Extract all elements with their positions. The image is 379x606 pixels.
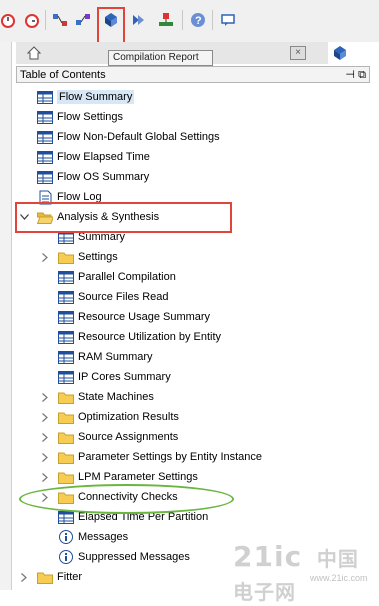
folder-icon	[58, 250, 74, 264]
folder-icon	[58, 430, 74, 444]
highlight-box	[97, 7, 125, 45]
tree-item[interactable]: Flow Summary	[37, 87, 135, 107]
tree-item[interactable]: Flow Non-Default Global Settings	[37, 127, 220, 147]
tree-item-label: Parameter Settings by Entity Instance	[78, 451, 263, 463]
programmer-icon[interactable]	[128, 10, 148, 30]
folder-icon	[58, 390, 74, 404]
tree-item-label: Resource Utilization by Entity	[78, 331, 222, 343]
table-icon	[37, 130, 53, 144]
table-icon	[37, 170, 53, 184]
svg-text:?: ?	[195, 15, 202, 27]
watermark-url: www.21ic.com	[310, 573, 368, 583]
tree-item[interactable]: Suppressed Messages	[58, 547, 190, 567]
table-icon	[58, 350, 74, 364]
table-icon	[37, 150, 53, 164]
comment-icon[interactable]	[218, 10, 238, 30]
panel-header: Table of Contents ⊣ ⧉	[16, 66, 370, 83]
tree-item-label: State Machines	[78, 391, 154, 403]
tree-item-label: Parallel Compilation	[78, 271, 176, 283]
chevron-right-icon[interactable]	[19, 567, 29, 587]
stopwatch-icon[interactable]	[0, 10, 18, 30]
table-icon	[37, 110, 53, 124]
tree-item-label: Optimization Results	[78, 411, 179, 423]
restore-icon[interactable]: ⧉	[358, 67, 366, 84]
watermark-text: 21ic	[233, 540, 303, 573]
tree-item[interactable]: Source Assignments	[58, 427, 178, 447]
chevron-right-icon[interactable]	[40, 247, 50, 267]
highlight-box	[15, 202, 232, 233]
chevron-right-icon[interactable]	[40, 407, 50, 427]
timer-icon[interactable]	[22, 10, 42, 30]
tree-item[interactable]: Source Files Read	[58, 287, 169, 307]
table-icon	[58, 270, 74, 284]
tree-item-label: Fitter	[57, 571, 83, 583]
tree-item-label: RAM Summary	[78, 351, 153, 363]
tree-item[interactable]: Resource Usage Summary	[58, 307, 210, 327]
netlist-icon[interactable]	[50, 10, 70, 30]
chevron-right-icon[interactable]	[40, 427, 50, 447]
signal-tap-icon[interactable]	[156, 10, 176, 30]
tree-item[interactable]: State Machines	[58, 387, 154, 407]
tree-item-label: Source Assignments	[78, 431, 179, 443]
tree-item[interactable]: Flow Settings	[37, 107, 123, 127]
table-icon	[58, 510, 74, 524]
tree-item[interactable]: Fitter	[37, 567, 82, 587]
folder-icon	[58, 410, 74, 424]
pin-icon[interactable]: ⊣	[345, 67, 355, 84]
tree-item[interactable]: IP Cores Summary	[58, 367, 171, 387]
folder-icon	[37, 570, 53, 584]
tree-item-label: LPM Parameter Settings	[78, 471, 198, 483]
close-icon[interactable]: ×	[290, 46, 306, 60]
tree-item[interactable]: Flow Elapsed Time	[37, 147, 150, 167]
table-icon	[58, 310, 74, 324]
tree-item[interactable]: Parallel Compilation	[58, 267, 176, 287]
panel-title: Table of Contents	[20, 69, 106, 81]
tree-item-label: Flow Settings	[57, 111, 124, 123]
chevron-right-icon[interactable]	[40, 387, 50, 407]
tree-item[interactable]: Settings	[58, 247, 118, 267]
table-icon	[37, 90, 53, 104]
tooltip: Compilation Report	[108, 50, 213, 66]
tree-item-label: Resource Usage Summary	[78, 311, 211, 323]
toolbar: ?	[0, 0, 379, 42]
info-icon	[58, 550, 74, 564]
report-tree: Flow Summary Flow Settings Flow Non-Defaul…	[16, 84, 370, 590]
tree-item-label: Suppressed Messages	[78, 551, 190, 563]
chevron-right-icon[interactable]	[40, 467, 50, 487]
tree-item[interactable]: RAM Summary	[58, 347, 153, 367]
tab-compilation-report[interactable]	[328, 42, 379, 64]
rtl-viewer-icon[interactable]	[73, 10, 93, 30]
folder-icon	[58, 470, 74, 484]
help-icon[interactable]: ?	[188, 10, 208, 30]
tree-item-label: Flow Elapsed Time	[57, 151, 150, 163]
tree-item-label: Flow Summary	[57, 90, 135, 104]
tree-item-label: Flow OS Summary	[57, 171, 150, 183]
tree-item[interactable]: Flow OS Summary	[37, 167, 149, 187]
left-panel-edge	[0, 42, 12, 590]
home-icon[interactable]	[26, 45, 42, 64]
annotation-ellipse	[19, 484, 234, 514]
tree-item-label: IP Cores Summary	[78, 371, 171, 383]
compilation-report-icon	[334, 46, 346, 60]
tree-item-label: Source Files Read	[78, 291, 169, 303]
tree-item[interactable]: Parameter Settings by Entity Instance	[58, 447, 262, 467]
tree-item[interactable]: Optimization Results	[58, 407, 179, 427]
info-icon	[58, 530, 74, 544]
tree-item[interactable]: Resource Utilization by Entity	[58, 327, 221, 347]
folder-icon	[58, 450, 74, 464]
table-icon	[58, 370, 74, 384]
tree-item-label: Messages	[78, 531, 129, 543]
tree-item[interactable]: Messages	[58, 527, 128, 547]
table-icon	[58, 290, 74, 304]
table-icon	[58, 330, 74, 344]
tree-item-label: Flow Non-Default Global Settings	[57, 131, 220, 143]
chevron-right-icon[interactable]	[40, 447, 50, 467]
tree-item-label: Settings	[78, 251, 118, 263]
